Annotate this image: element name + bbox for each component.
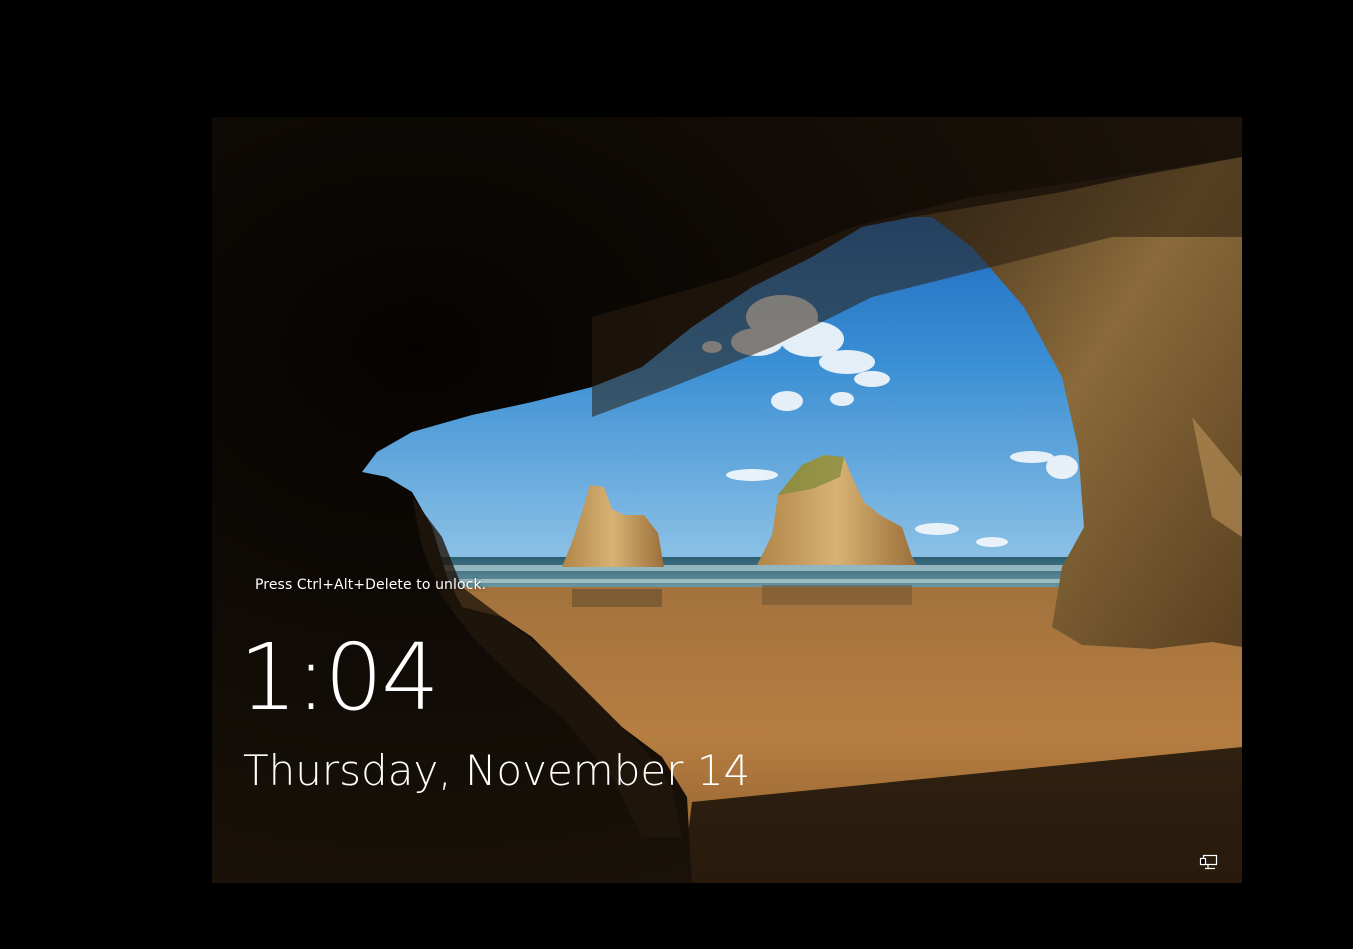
unlock-hint: Press Ctrl+Alt+Delete to unlock. [255, 577, 487, 593]
clock-time: 1:04 [239, 624, 440, 731]
network-button[interactable] [1199, 854, 1219, 872]
lock-screen[interactable]: Press Ctrl+Alt+Delete to unlock. 1:04 Th… [0, 0, 1353, 949]
clock-date: Thursday, November 14 [243, 746, 751, 795]
network-icon [1199, 854, 1218, 870]
